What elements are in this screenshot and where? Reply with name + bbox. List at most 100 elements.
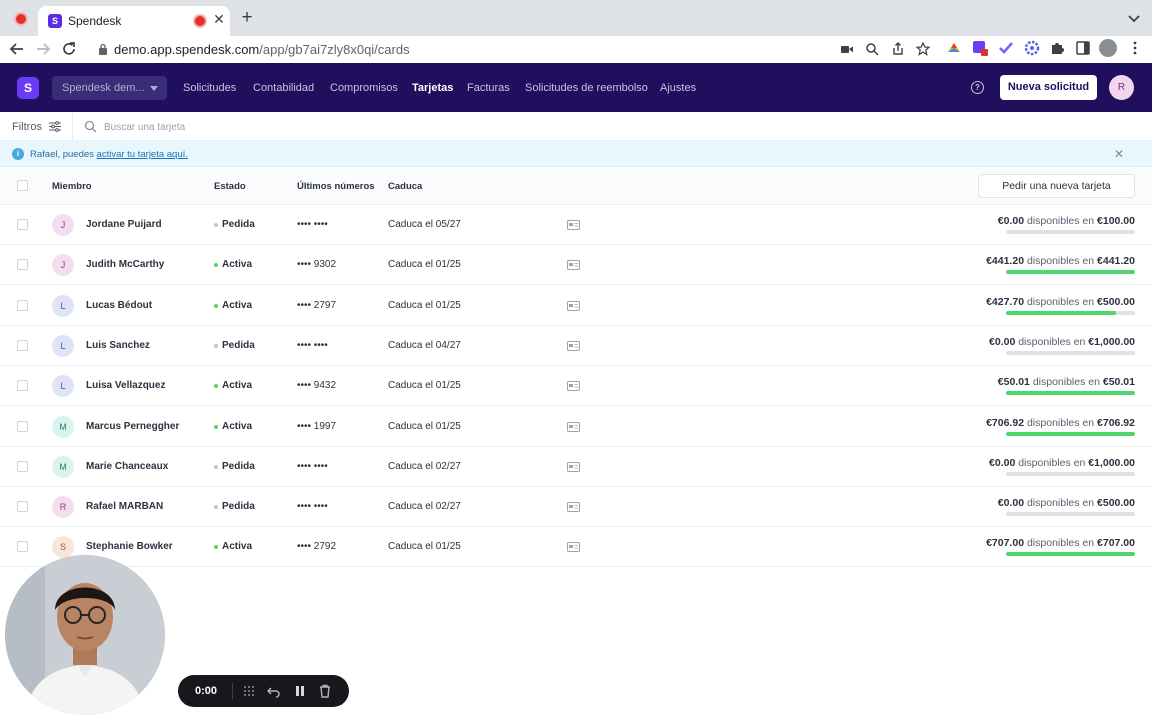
reload-icon[interactable]	[60, 40, 78, 58]
new-tab-button[interactable]: +	[238, 7, 256, 29]
row-checkbox[interactable]	[17, 420, 28, 432]
table-row[interactable]: R Rafael MARBAN Pedida •••• •••• Caduca el 0…	[0, 487, 1152, 528]
header-status[interactable]: Estado	[214, 181, 246, 192]
company-selector[interactable]: Spendesk dem...	[52, 76, 167, 100]
more-vertical-icon[interactable]	[1127, 40, 1143, 56]
table-row[interactable]: L Luisa Vellazquez Activa •••• 9432 Caduca e…	[0, 366, 1152, 407]
row-checkbox[interactable]	[17, 299, 28, 311]
row-checkbox[interactable]	[17, 380, 28, 392]
row-checkbox[interactable]	[17, 501, 28, 513]
address-bar[interactable]: demo.app.spendesk.com/app/gb7ai7zly8x0qi…	[88, 37, 940, 61]
puzzle-icon[interactable]	[1049, 40, 1065, 56]
zoom-icon[interactable]	[865, 42, 879, 56]
spendesk-favicon-icon: S	[48, 14, 62, 28]
pause-icon[interactable]	[293, 684, 307, 698]
table-row[interactable]: L Lucas Bédout Activa •••• 2797 Caduca el 01…	[0, 285, 1152, 326]
nav-solicitudes-reembolso[interactable]: Solicitudes de reembolso	[525, 82, 648, 94]
row-checkbox[interactable]	[17, 339, 28, 351]
close-tab-icon[interactable]: ✕	[211, 11, 227, 28]
side-panel-icon[interactable]	[1075, 40, 1091, 56]
profile-avatar[interactable]	[1099, 39, 1117, 57]
undo-icon[interactable]	[267, 684, 281, 698]
checkmark-extension-icon[interactable]	[998, 40, 1014, 56]
available-progress-bar	[1006, 350, 1135, 355]
table-header: Miembro Estado Últimos números Caduca Pe…	[0, 167, 1152, 205]
user-avatar[interactable]: R	[1109, 75, 1134, 100]
gear-extension-icon[interactable]	[1024, 40, 1040, 56]
activate-card-link[interactable]: activar tu tarjeta aquí.	[97, 149, 188, 160]
card-icon[interactable]	[567, 461, 580, 472]
browser-tab[interactable]: S Spendesk ✕	[38, 6, 230, 36]
available-progress-bar	[1006, 471, 1135, 476]
member-avatar: L	[52, 294, 74, 317]
member-avatar: R	[52, 496, 74, 519]
expiry-date: Caduca el 01/25	[388, 541, 461, 553]
nav-ajustes[interactable]: Ajustes	[660, 82, 696, 94]
select-all-checkbox[interactable]	[17, 180, 28, 191]
header-last-digits[interactable]: Últimos números	[297, 181, 375, 192]
webcam-bubble[interactable]	[5, 555, 165, 715]
spendesk-extension-icon[interactable]	[972, 40, 988, 56]
member-avatar: L	[52, 375, 74, 398]
nav-tarjetas[interactable]: Tarjetas	[412, 82, 453, 94]
filters-button[interactable]: Filtros	[12, 121, 42, 133]
last-digits: •••• 2797	[297, 299, 337, 311]
row-checkbox[interactable]	[17, 460, 28, 472]
available-progress-bar	[1006, 391, 1135, 396]
available-amount: €50.01 disponibles en €50.01	[997, 376, 1135, 389]
table-row[interactable]: M Marcus Perneggher Activa •••• 1997 Caduca …	[0, 406, 1152, 447]
card-icon[interactable]	[567, 260, 580, 271]
nav-facturas[interactable]: Facturas	[467, 82, 510, 94]
recording-controls: 0:00	[178, 675, 349, 707]
status-text: Pedida	[222, 501, 255, 513]
browser-tab-strip: S Spendesk ✕ +	[0, 0, 1152, 36]
nav-contabilidad[interactable]: Contabilidad	[253, 82, 314, 94]
expiry-date: Caduca el 02/27	[388, 460, 461, 472]
nav-compromisos[interactable]: Compromisos	[330, 82, 398, 94]
back-arrow-icon[interactable]	[8, 40, 26, 58]
chevron-down-icon[interactable]	[1126, 10, 1142, 26]
close-banner-icon[interactable]: ✕	[1113, 147, 1125, 161]
bookmark-star-icon[interactable]	[916, 42, 930, 56]
card-icon[interactable]	[567, 421, 580, 432]
row-checkbox[interactable]	[17, 219, 28, 230]
forward-arrow-icon[interactable]	[34, 40, 52, 58]
grid-dots-icon[interactable]	[242, 684, 256, 698]
status-text: Activa	[222, 299, 253, 311]
header-expiry[interactable]: Caduca	[388, 181, 422, 192]
share-icon[interactable]	[891, 42, 905, 56]
table-row[interactable]: J Judith McCarthy Activa •••• 9302 Caduca el…	[0, 245, 1152, 286]
status-dot-icon	[214, 505, 218, 510]
status-text: Pedida	[222, 219, 255, 230]
trash-icon[interactable]	[318, 684, 332, 698]
card-icon[interactable]	[567, 340, 580, 351]
card-icon[interactable]	[567, 300, 580, 311]
spendesk-logo-icon[interactable]: S	[17, 77, 39, 99]
recording-timer: 0:00	[195, 685, 218, 697]
card-icon[interactable]	[567, 381, 580, 392]
extension-colorful-icon[interactable]	[946, 40, 962, 56]
card-icon[interactable]	[567, 220, 580, 230]
table-row[interactable]: L Luis Sanchez Pedida •••• •••• Caduca el 04…	[0, 325, 1152, 366]
row-checkbox[interactable]	[17, 259, 28, 271]
new-request-button[interactable]: Nueva solicitud	[1000, 75, 1097, 100]
table-row[interactable]: J Jordane Puijard Pedida •••• •••• Caduca el…	[0, 205, 1152, 245]
card-icon[interactable]	[567, 542, 580, 553]
header-member[interactable]: Miembro	[52, 181, 92, 192]
card-icon[interactable]	[567, 502, 580, 513]
expiry-date: Caduca el 01/25	[388, 420, 461, 432]
order-new-card-button[interactable]: Pedir una nueva tarjeta	[978, 174, 1135, 198]
presenter-video-image	[5, 555, 165, 715]
table-row[interactable]: M Marie Chanceaux Pedida •••• •••• Caduca el…	[0, 446, 1152, 487]
status-dot-icon	[214, 263, 218, 268]
available-amount: €707.00 disponibles en €707.00	[986, 537, 1135, 550]
table-row[interactable]: S Stephanie Bowker Activa •••• 2792 Caduca e…	[0, 527, 1152, 568]
help-icon[interactable]: ?	[971, 81, 984, 94]
filter-sliders-icon[interactable]	[49, 121, 61, 132]
camera-icon[interactable]	[840, 42, 854, 56]
available-amount: €0.00 disponibles en €100.00	[997, 215, 1135, 227]
status-dot-icon	[214, 545, 218, 550]
search-card-input[interactable]	[104, 119, 404, 135]
nav-solicitudes[interactable]: Solicitudes	[183, 82, 236, 94]
row-checkbox[interactable]	[17, 541, 28, 553]
